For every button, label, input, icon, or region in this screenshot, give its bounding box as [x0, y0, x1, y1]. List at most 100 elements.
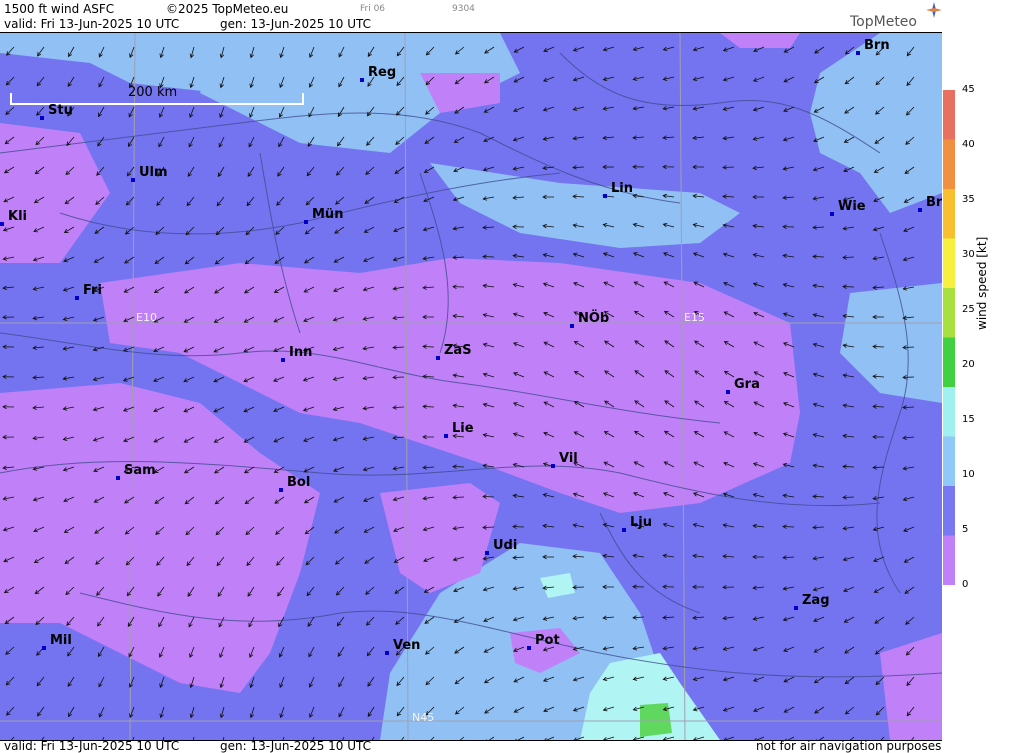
city-marker: [75, 296, 79, 300]
city-label: Lju: [622, 515, 652, 532]
legend-swatch: [943, 486, 955, 536]
city-name: Ven: [393, 638, 421, 653]
city-label: Lie: [444, 421, 474, 438]
city-label: Mil: [42, 633, 72, 650]
city-name: Mil: [50, 633, 72, 648]
legend-tick: 45: [962, 84, 975, 95]
city-marker: [444, 434, 448, 438]
valid-time: valid: Fri 13-Jun-2025 10 UTC: [4, 17, 180, 31]
city-marker: [40, 116, 44, 120]
legend-tick: 5: [962, 524, 969, 535]
legend-tick: 35: [962, 194, 975, 205]
map-canvas: [0, 33, 942, 740]
city-marker: [281, 358, 285, 362]
legend-tick: 0: [962, 579, 969, 590]
city-label: Fri: [75, 283, 102, 300]
topmeteo-logo: TopMeteo: [850, 2, 942, 30]
city-marker: [304, 220, 308, 224]
city-name: Kli: [8, 209, 27, 224]
city-name: Vil: [559, 451, 578, 466]
city-label: ZaS: [436, 343, 472, 360]
city-marker: [527, 646, 531, 650]
legend-swatch: [943, 387, 955, 437]
city-marker: [918, 208, 922, 212]
city-label: Bol: [279, 475, 311, 492]
city-label: Ulm: [131, 165, 168, 182]
city-name: Mün: [312, 207, 344, 222]
wind-map[interactable]: 200 km E10 E15 N45 Brn Reg Stu Ulm Lin Wie Br K…: [0, 32, 942, 741]
legend-swatch: [943, 189, 955, 239]
city-name: NÖb: [578, 311, 610, 326]
city-name: Stu: [48, 103, 73, 118]
city-label: Inn: [281, 345, 313, 362]
city-label: Wie: [830, 199, 866, 216]
city-name: Lie: [452, 421, 474, 436]
city-label: Mün: [304, 207, 344, 224]
city-label: Zag: [794, 593, 830, 610]
city-label: Brn: [856, 38, 890, 55]
city-name: Br: [926, 195, 942, 210]
legend-swatch: [943, 139, 955, 190]
city-name: Brn: [864, 38, 890, 53]
city-marker: [116, 476, 120, 480]
city-marker: [726, 390, 730, 394]
copyright: ©2025 TopMeteo.eu: [166, 2, 289, 16]
legend-swatch: [943, 288, 955, 338]
legend-swatch: [943, 238, 955, 289]
city-name: Bol: [287, 475, 311, 490]
city-label: Pot: [527, 633, 560, 650]
city-marker: [856, 51, 860, 55]
gen-time: gen: 13-Jun-2025 10 UTC: [220, 17, 372, 31]
city-label: Sam: [116, 463, 156, 480]
city-marker: [830, 212, 834, 216]
city-name: Reg: [368, 65, 397, 80]
city-name: Zag: [802, 593, 830, 608]
city-marker: [385, 651, 389, 655]
run-code: 9304: [452, 4, 475, 14]
grid-label-e15: E15: [684, 311, 705, 324]
legend-tick: 25: [962, 304, 975, 315]
city-label: Vil: [551, 451, 578, 468]
city-label: Lin: [603, 181, 633, 198]
city-name: Fri: [83, 283, 102, 298]
city-marker: [485, 551, 489, 555]
city-name: Inn: [289, 345, 313, 360]
city-marker: [551, 464, 555, 468]
city-name: Udi: [493, 538, 518, 553]
city-name: Lju: [630, 515, 652, 530]
city-marker: [570, 324, 574, 328]
city-marker: [360, 78, 364, 82]
city-label: Ven: [385, 638, 421, 655]
city-name: Gra: [734, 377, 760, 392]
city-name: Ulm: [139, 165, 168, 180]
footer-gen: gen: 13-Jun-2025 10 UTC: [220, 739, 372, 753]
legend-title: wind speed [kt]: [975, 236, 989, 330]
city-name: ZaS: [444, 343, 472, 358]
legend-tick: 20: [962, 359, 975, 370]
compass-icon: [926, 2, 942, 18]
city-name: Sam: [124, 463, 156, 478]
city-marker: [42, 646, 46, 650]
city-label: Stu: [40, 103, 73, 120]
city-label: Gra: [726, 377, 760, 394]
city-label: Br: [918, 195, 942, 212]
city-marker: [794, 606, 798, 610]
legend-tick: 30: [962, 249, 975, 260]
legend-tick: 10: [962, 469, 975, 480]
city-marker: [279, 488, 283, 492]
city-marker: [0, 222, 4, 226]
product-title: 1500 ft wind ASFC: [4, 2, 115, 16]
legend-swatch: [943, 90, 955, 140]
city-marker: [131, 178, 135, 182]
grid-label-n45: N45: [412, 711, 435, 724]
legend-swatch: [943, 436, 955, 487]
city-label: Reg: [360, 65, 397, 82]
footer-valid: valid: Fri 13-Jun-2025 10 UTC: [4, 739, 180, 753]
legend-tick: 15: [962, 414, 975, 425]
legend-tick: 40: [962, 139, 975, 150]
legend-swatch: [943, 337, 955, 388]
city-name: Lin: [611, 181, 633, 196]
city-marker: [622, 528, 626, 532]
footer-disclaimer: not for air navigation purposes: [756, 739, 942, 753]
scale-label: 200 km: [128, 85, 178, 100]
